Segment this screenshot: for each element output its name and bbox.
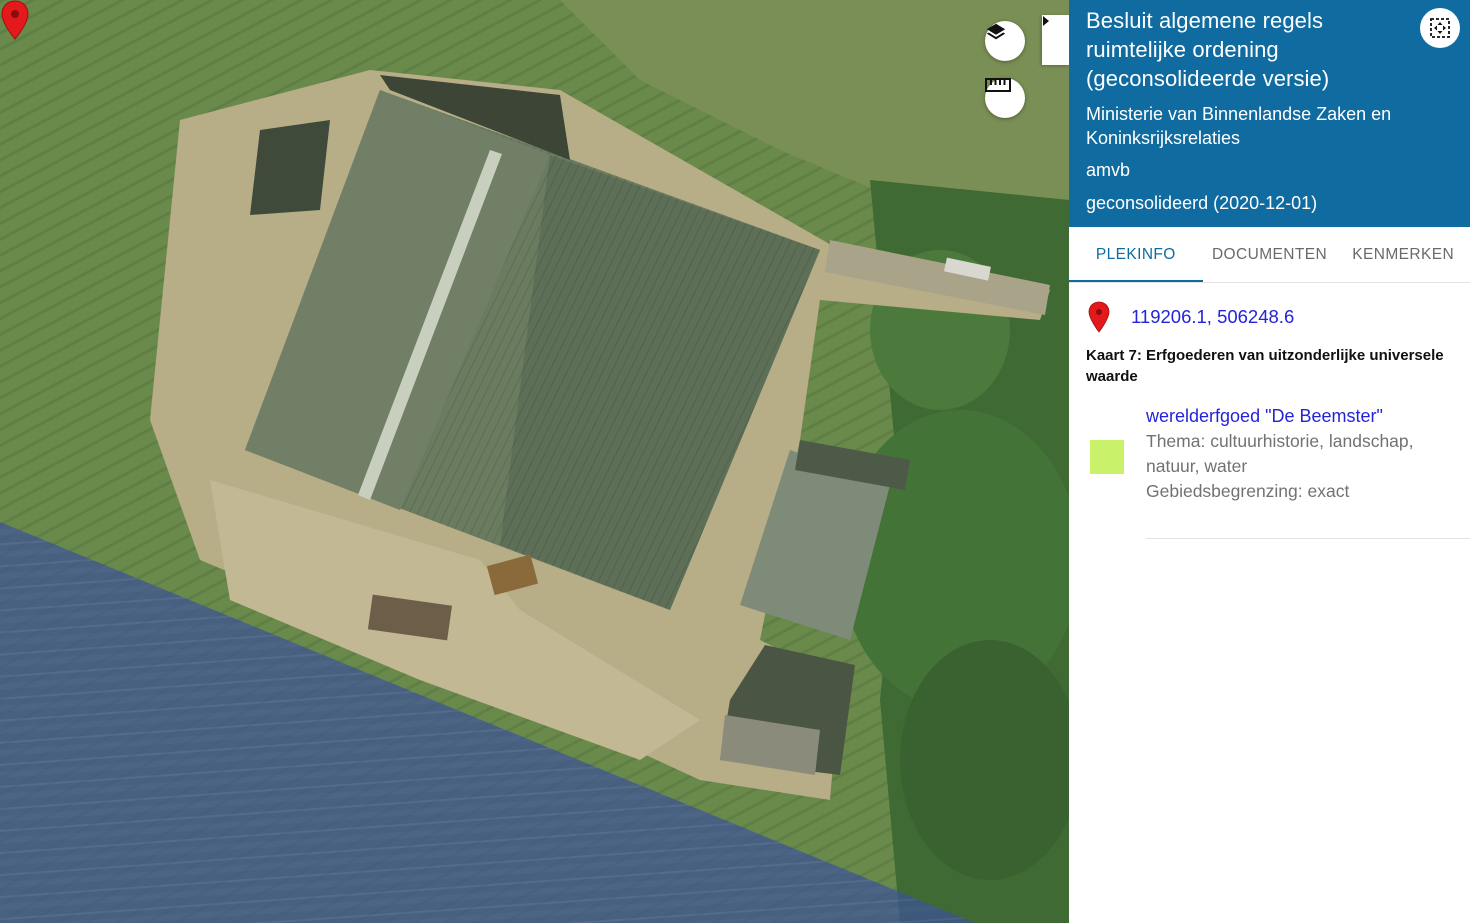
zoom-to-extent-button[interactable] [1420, 8, 1460, 48]
location-row: 119206.1, 506248.6 [1069, 283, 1470, 335]
tab-kenmerken[interactable]: KENMERKEN [1336, 227, 1470, 282]
document-authority: Ministerie van Binnenlandse Zaken en Kon… [1086, 104, 1392, 148]
document-type: amvb [1086, 160, 1131, 180]
panel-header: Besluit algemene regels ruimtelijke orde… [1069, 0, 1470, 227]
legend-swatch [1090, 440, 1124, 474]
tab-plekinfo[interactable]: PLEKINFO [1069, 227, 1203, 282]
divider [1146, 538, 1470, 539]
aerial-imagery [0, 0, 1069, 923]
ruler-icon [985, 78, 1011, 92]
tab-documenten[interactable]: DOCUMENTEN [1203, 227, 1337, 282]
location-coordinates-link[interactable]: 119206.1, 506248.6 [1131, 306, 1294, 328]
document-status: geconsolideerd (2020-12-01) [1086, 193, 1318, 213]
map-layer-title: Kaart 7: Erfgoederen van uitzonderlijke … [1086, 347, 1444, 385]
legend-name-link[interactable]: werelderfgoed "De Beemster" [1146, 404, 1462, 429]
map-view[interactable] [0, 0, 1069, 923]
measure-button[interactable] [985, 78, 1025, 118]
document-title: Besluit algemene regels ruimtelijke orde… [1086, 8, 1330, 91]
zoom-extent-icon [1430, 18, 1450, 38]
legend-boundary: Gebiedsbegrenzing: exact [1146, 481, 1350, 501]
legend-text: werelderfgoed "De Beemster" Thema: cultu… [1146, 404, 1462, 504]
map-pin-icon [1088, 301, 1110, 333]
legend-theme: Thema: cultuurhistorie, landschap, natuu… [1146, 431, 1414, 476]
layers-icon [986, 23, 1006, 40]
layers-button[interactable] [985, 21, 1025, 61]
panel-toggle-button[interactable] [1042, 15, 1069, 65]
chevron-right-icon [1043, 16, 1049, 26]
panel-tabs: PLEKINFO DOCUMENTEN KENMERKEN [1069, 227, 1470, 283]
info-panel: Besluit algemene regels ruimtelijke orde… [1069, 0, 1470, 923]
location-marker-icon[interactable] [0, 0, 30, 40]
legend-item: werelderfgoed "De Beemster" Thema: cultu… [1069, 404, 1470, 539]
